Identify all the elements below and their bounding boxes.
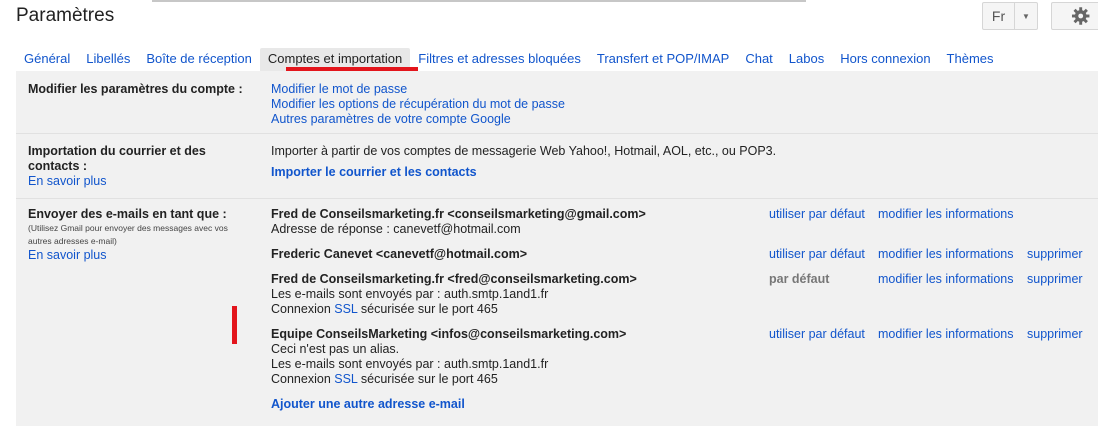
- tab-forwarding[interactable]: Transfert et POP/IMAP: [589, 48, 737, 71]
- default-status: par défaut: [769, 272, 830, 286]
- send-as-entry: Equipe ConseilsMarketing <infos@conseils…: [271, 327, 626, 387]
- language-label: Fr: [983, 3, 1015, 29]
- google-account-link[interactable]: Autres paramètres de votre compte Google: [271, 112, 565, 127]
- delete-link[interactable]: supprimer: [1027, 327, 1083, 341]
- chevron-down-icon: ▼: [1022, 11, 1030, 21]
- tab-inbox[interactable]: Boîte de réception: [138, 48, 260, 71]
- send-as-label: Envoyer des e-mails en tant que :: [28, 207, 227, 221]
- alias-status-text: Ceci n'est pas un alias.: [271, 342, 400, 356]
- account-settings-row: Modifier les paramètres du compte : Modi…: [16, 71, 1098, 133]
- send-as-entry: Fred de Conseilsmarketing.fr <fred@conse…: [271, 272, 637, 317]
- settings-button[interactable]: [1051, 2, 1098, 30]
- edit-info-link[interactable]: modifier les informations: [878, 272, 1013, 286]
- settings-panel: Modifier les paramètres du compte : Modi…: [16, 71, 1098, 426]
- import-description: Importer à partir de vos comptes de mess…: [271, 144, 777, 158]
- account-settings-label: Modifier les paramètres du compte :: [28, 82, 243, 96]
- tab-filters[interactable]: Filtres et adresses bloquées: [410, 48, 589, 71]
- top-divider: [152, 0, 806, 2]
- ssl-connection-text: Connexion SSL sécurisée sur le port 465: [271, 302, 637, 317]
- import-learn-more-link[interactable]: En savoir plus: [28, 174, 252, 189]
- red-marker: [232, 306, 237, 344]
- edit-info-link[interactable]: modifier les informations: [878, 327, 1013, 341]
- import-row: Importation du courrier et des contacts …: [16, 133, 1098, 198]
- send-as-address: Fred de Conseilsmarketing.fr <fred@conse…: [271, 272, 637, 286]
- language-selector[interactable]: Fr ▼: [982, 2, 1038, 30]
- ssl-prefix: Connexion: [271, 372, 335, 386]
- import-label: Importation du courrier et des contacts …: [28, 144, 206, 173]
- make-default-link[interactable]: utiliser par défaut: [769, 247, 865, 261]
- send-as-address: Fred de Conseilsmarketing.fr <conseilsma…: [271, 207, 646, 221]
- edit-info-link[interactable]: modifier les informations: [878, 247, 1013, 261]
- import-mail-contacts-link[interactable]: Importer le courrier et les contacts: [271, 165, 776, 180]
- ssl-prefix: Connexion: [271, 302, 335, 316]
- delete-link[interactable]: supprimer: [1027, 247, 1083, 261]
- edit-info-link[interactable]: modifier les informations: [878, 207, 1013, 221]
- send-as-entry: Fred de Conseilsmarketing.fr <conseilsma…: [271, 207, 646, 237]
- make-default-link[interactable]: utiliser par défaut: [769, 207, 865, 221]
- reply-to-text: Adresse de réponse : canevetf@hotmail.co…: [271, 222, 521, 236]
- send-as-row: Envoyer des e-mails en tant que : (Utili…: [16, 198, 1098, 426]
- tab-themes[interactable]: Thèmes: [939, 48, 1002, 71]
- ssl-suffix: sécurisée sur le port 465: [357, 372, 498, 386]
- page-title: Paramètres: [16, 5, 115, 26]
- send-as-address: Equipe ConseilsMarketing <infos@conseils…: [271, 327, 627, 341]
- smtp-server-text: Les e-mails sont envoyés par : auth.smtp…: [271, 287, 549, 301]
- settings-tabs: Général Libellés Boîte de réception Comp…: [16, 48, 1002, 71]
- add-email-address-link[interactable]: Ajouter une autre adresse e-mail: [271, 397, 465, 411]
- smtp-server-text: Les e-mails sont envoyés par : auth.smtp…: [271, 357, 549, 371]
- ssl-link[interactable]: SSL: [334, 372, 357, 386]
- ssl-link[interactable]: SSL: [334, 302, 357, 316]
- send-as-address: Frederic Canevet <canevetf@hotmail.com>: [271, 247, 528, 261]
- delete-link[interactable]: supprimer: [1027, 272, 1083, 286]
- tab-labs[interactable]: Labos: [781, 48, 832, 71]
- gear-icon: [1071, 7, 1090, 25]
- ssl-suffix: sécurisée sur le port 465: [357, 302, 498, 316]
- send-as-learn-more-link[interactable]: En savoir plus: [28, 248, 252, 263]
- make-default-link[interactable]: utiliser par défaut: [769, 327, 865, 341]
- change-password-link[interactable]: Modifier le mot de passe: [271, 82, 565, 97]
- tab-offline[interactable]: Hors connexion: [832, 48, 938, 71]
- tab-labels[interactable]: Libellés: [78, 48, 138, 71]
- tab-general[interactable]: Général: [16, 48, 78, 71]
- send-as-note: (Utilisez Gmail pour envoyer des message…: [28, 223, 228, 246]
- recovery-options-link[interactable]: Modifier les options de récupération du …: [271, 97, 565, 112]
- send-as-entry: Frederic Canevet <canevetf@hotmail.com>: [271, 247, 527, 262]
- ssl-connection-text: Connexion SSL sécurisée sur le port 465: [271, 372, 626, 387]
- tab-chat[interactable]: Chat: [737, 48, 780, 71]
